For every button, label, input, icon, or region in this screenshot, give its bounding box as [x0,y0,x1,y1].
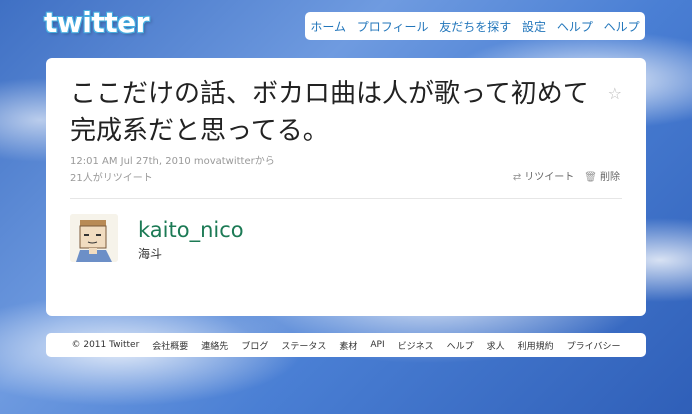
nav-settings[interactable]: 設定 [522,18,546,35]
footer-link-about[interactable]: 会社概要 [152,339,188,352]
top-navigation: ホーム プロフィール 友だちを探す 設定 ヘルプ ヘルプ [305,12,645,40]
user-full-name: 海斗 [138,247,163,261]
footer-link-jobs[interactable]: 求人 [487,339,505,352]
star-icon[interactable]: ☆ [608,84,622,103]
footer-link-status[interactable]: ステータス [281,339,326,352]
delete-label: 削除 [600,172,620,183]
nav-help-2[interactable]: ヘルプ [604,18,640,35]
nav-home[interactable]: ホーム [310,18,346,35]
twitter-logo[interactable]: twitter [44,6,149,39]
footer-link-privacy[interactable]: プライバシー [567,339,621,352]
retweet-button[interactable]: ⇄ リツイート [513,168,574,183]
footer-link-help[interactable]: ヘルプ [447,339,474,352]
footer-link-business[interactable]: ビジネス [398,339,434,352]
tweet-actions: ⇄ リツイート 🗑 削除 [513,168,620,183]
footer-link-terms[interactable]: 利用規約 [518,339,554,352]
footer-link-blog[interactable]: ブログ [241,339,268,352]
nav-help[interactable]: ヘルプ [557,18,593,35]
footer-link-resources[interactable]: 素材 [339,339,357,352]
footer-bar: © 2011 Twitter 会社概要 連絡先 ブログ ステータス 素材 API… [46,333,646,357]
tweet-meta: 12:01 AM Jul 27th, 2010 movatwitterから [70,156,275,167]
retweet-icon: ⇄ [512,172,522,183]
username-link[interactable]: kaito_nico [138,218,244,242]
tweet-text: ここだけの話、ボカロ曲は人が歌って初めて完成系だと思ってる。 [70,79,589,146]
footer-copyright: © 2011 Twitter [71,340,140,350]
nav-find-friends[interactable]: 友だちを探す [439,18,511,35]
divider [70,198,622,199]
footer-link-contact[interactable]: 連絡先 [201,339,228,352]
tweet-card: ここだけの話、ボカロ曲は人が歌って初めて完成系だと思ってる。 ☆ 12:01 A… [46,58,646,316]
footer-link-api[interactable]: API [370,340,384,350]
delete-button[interactable]: 🗑 削除 [584,168,620,183]
avatar-image [70,214,118,262]
retweet-count[interactable]: 21人がリツイート [70,169,153,184]
nav-profile[interactable]: プロフィール [357,18,429,35]
avatar[interactable] [70,214,118,262]
trash-icon: 🗑 [584,172,597,183]
retweet-label: リツイート [524,172,575,183]
